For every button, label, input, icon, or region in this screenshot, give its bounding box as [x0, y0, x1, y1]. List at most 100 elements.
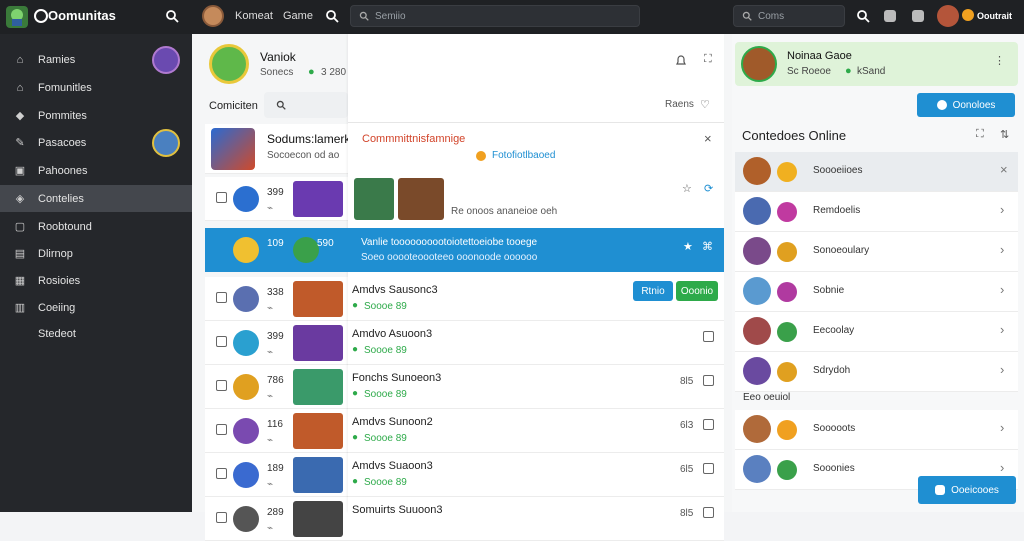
- bookmark-icon[interactable]: [703, 507, 714, 518]
- post-item[interactable]: Amdvo Asuoon3 ● Soooe 89: [348, 321, 724, 365]
- chevron-right-icon[interactable]: ›: [1000, 242, 1004, 257]
- nav-link[interactable]: Game: [283, 10, 313, 22]
- row-checkbox[interactable]: [216, 336, 227, 347]
- sidebar-item-roobtound[interactable]: ▢ Roobtound: [0, 213, 192, 240]
- star-icon[interactable]: ☆: [682, 182, 692, 195]
- controller-icon: ◈: [15, 193, 25, 205]
- row-checkbox[interactable]: [216, 380, 227, 391]
- sidebar-item-stedeot[interactable]: Stedeot: [0, 320, 192, 347]
- sidebar-item-pahoones[interactable]: ▣ Pahoones: [0, 157, 192, 184]
- featured-user-card[interactable]: Noinaa Gaoe Sc Roeoe ● kSand: [735, 42, 1018, 86]
- contact-row[interactable]: Sonoeoulary ›: [735, 232, 1018, 272]
- more-icon[interactable]: ⋮: [994, 54, 1005, 67]
- refresh-icon[interactable]: ⟳: [704, 182, 713, 195]
- notification-icon[interactable]: [912, 10, 924, 22]
- row-checkbox[interactable]: [216, 512, 227, 523]
- contact-name: Sdrydoh: [813, 365, 851, 376]
- chat-button[interactable]: Ooeicooes: [918, 476, 1016, 504]
- search-icon[interactable]: [165, 9, 179, 23]
- sidebar-item-coeiing[interactable]: ▥ Coeiing: [0, 294, 192, 321]
- post-item[interactable]: Amdvs Sausonc3 ● Soooe 89 Rtnio Ooonio: [348, 277, 724, 321]
- contact-row[interactable]: Sobnie ›: [735, 272, 1018, 312]
- user-avatar[interactable]: [202, 5, 224, 27]
- search-icon: [742, 11, 752, 21]
- sidebar-item-label: Contelies: [38, 192, 84, 205]
- star-icon[interactable]: ★: [683, 240, 693, 253]
- bookmark-icon[interactable]: [703, 375, 714, 386]
- right-panel: Noinaa Gaoe Sc Roeoe ● kSand ⋮ Oonoloes …: [732, 34, 1024, 512]
- post-meta: Soooe 89: [364, 389, 407, 400]
- row-checkbox[interactable]: [216, 468, 227, 479]
- sidebar-item-fomunitles[interactable]: ⌂ Fomunitles: [0, 74, 192, 101]
- search-icon[interactable]: [856, 9, 870, 23]
- chevron-right-icon[interactable]: ›: [1000, 202, 1004, 217]
- sidebar-item-pommites[interactable]: ◆ Pommites: [0, 102, 192, 129]
- chevron-right-icon[interactable]: ›: [1000, 282, 1004, 297]
- follow-button-label: Oonoloes: [952, 99, 996, 111]
- bell-icon[interactable]: [674, 54, 688, 68]
- featured-thumbnail: [211, 128, 255, 170]
- sidebar-item-contelies[interactable]: ◈ Contelies: [0, 185, 192, 212]
- bookmark-icon[interactable]: [703, 463, 714, 474]
- game-icon: [777, 420, 797, 440]
- row-checkbox[interactable]: [216, 292, 227, 303]
- row-checkbox[interactable]: [216, 424, 227, 435]
- accept-button[interactable]: Ooonio: [676, 281, 718, 301]
- post-item[interactable]: Amdvs Suaoon3 ● Soooe 89 6l5: [348, 453, 724, 497]
- search-input[interactable]: Semiio: [350, 5, 640, 27]
- game-thumbnail: [398, 178, 444, 220]
- controller-icon[interactable]: ⌘: [702, 240, 713, 253]
- right-search-input[interactable]: Coms: [733, 5, 845, 27]
- sidebar-avatar[interactable]: [152, 129, 180, 157]
- verified-icon: ●: [845, 65, 852, 77]
- close-icon[interactable]: ×: [1000, 162, 1008, 177]
- message-icon[interactable]: [884, 10, 896, 22]
- contact-row[interactable]: Soooeiioes ×: [735, 152, 1018, 192]
- post-title: Amdvs Sausonc3: [352, 284, 438, 296]
- chevron-right-icon[interactable]: ›: [1000, 420, 1004, 435]
- game-icon: [233, 330, 259, 356]
- post-item[interactable]: Somuirts Suuoon3 8l5: [348, 497, 724, 541]
- expand-icon[interactable]: ⛶: [704, 53, 712, 66]
- profile-avatar[interactable]: [937, 5, 959, 27]
- nav-link[interactable]: Komeat: [235, 10, 273, 22]
- search-icon[interactable]: [325, 9, 339, 23]
- filter-search-input[interactable]: [264, 92, 348, 118]
- contact-row[interactable]: Eecoolay ›: [735, 312, 1018, 352]
- expand-icon[interactable]: ⛶: [976, 128, 984, 141]
- post-title: Somuirts Suuoon3: [352, 504, 443, 516]
- profile-count: 3 280: [321, 67, 347, 78]
- post-item[interactable]: Amdvs Sunoon2 ● Soooe 89 6l3: [348, 409, 724, 453]
- row-meta-icon: ⌁: [267, 203, 274, 214]
- sidebar-avatar[interactable]: [152, 46, 180, 74]
- close-icon[interactable]: ×: [704, 131, 712, 146]
- post-item[interactable]: Fonchs Sunoeon3 ● Soooe 89 8l5: [348, 365, 724, 409]
- chevron-right-icon[interactable]: ›: [1000, 460, 1004, 475]
- contact-avatar: [743, 157, 771, 185]
- reply-button[interactable]: Rtnio: [633, 281, 673, 301]
- row-meta-icon: ⌁: [267, 391, 274, 402]
- bookmark-icon[interactable]: [703, 331, 714, 342]
- contact-row[interactable]: Sdrydoh ›: [735, 352, 1018, 392]
- contact-row[interactable]: Remdoelis ›: [735, 192, 1018, 232]
- highlight-row[interactable]: 109 590 Vanlie toooooooootoiotettoeiobe …: [205, 228, 724, 272]
- game-icon: [233, 374, 259, 400]
- profile-avatar[interactable]: [209, 44, 249, 84]
- sidebar-item-dlirnop[interactable]: ▤ Dlirnop: [0, 240, 192, 267]
- follow-button[interactable]: Oonoloes: [917, 93, 1015, 117]
- post-title: Amdvs Sunoon2: [352, 416, 433, 428]
- image-icon: ▣: [14, 165, 26, 177]
- bookmark-icon[interactable]: [703, 419, 714, 430]
- verified-icon: ●: [352, 432, 359, 443]
- chevron-right-icon[interactable]: ›: [1000, 362, 1004, 377]
- post-count: 6l5: [680, 464, 694, 475]
- chevron-right-icon[interactable]: ›: [1000, 322, 1004, 337]
- post-meta: Soooe 89: [364, 433, 407, 444]
- home-icon: ⌂: [16, 53, 24, 66]
- game-icon: [777, 460, 797, 480]
- row-checkbox[interactable]: [216, 192, 227, 203]
- spacer-icon: [14, 328, 26, 340]
- filter-icon[interactable]: ⇅: [1000, 128, 1009, 141]
- sidebar-item-rosioies[interactable]: ▦ Rosioies: [0, 267, 192, 294]
- contact-row[interactable]: Sooooots ›: [735, 410, 1018, 450]
